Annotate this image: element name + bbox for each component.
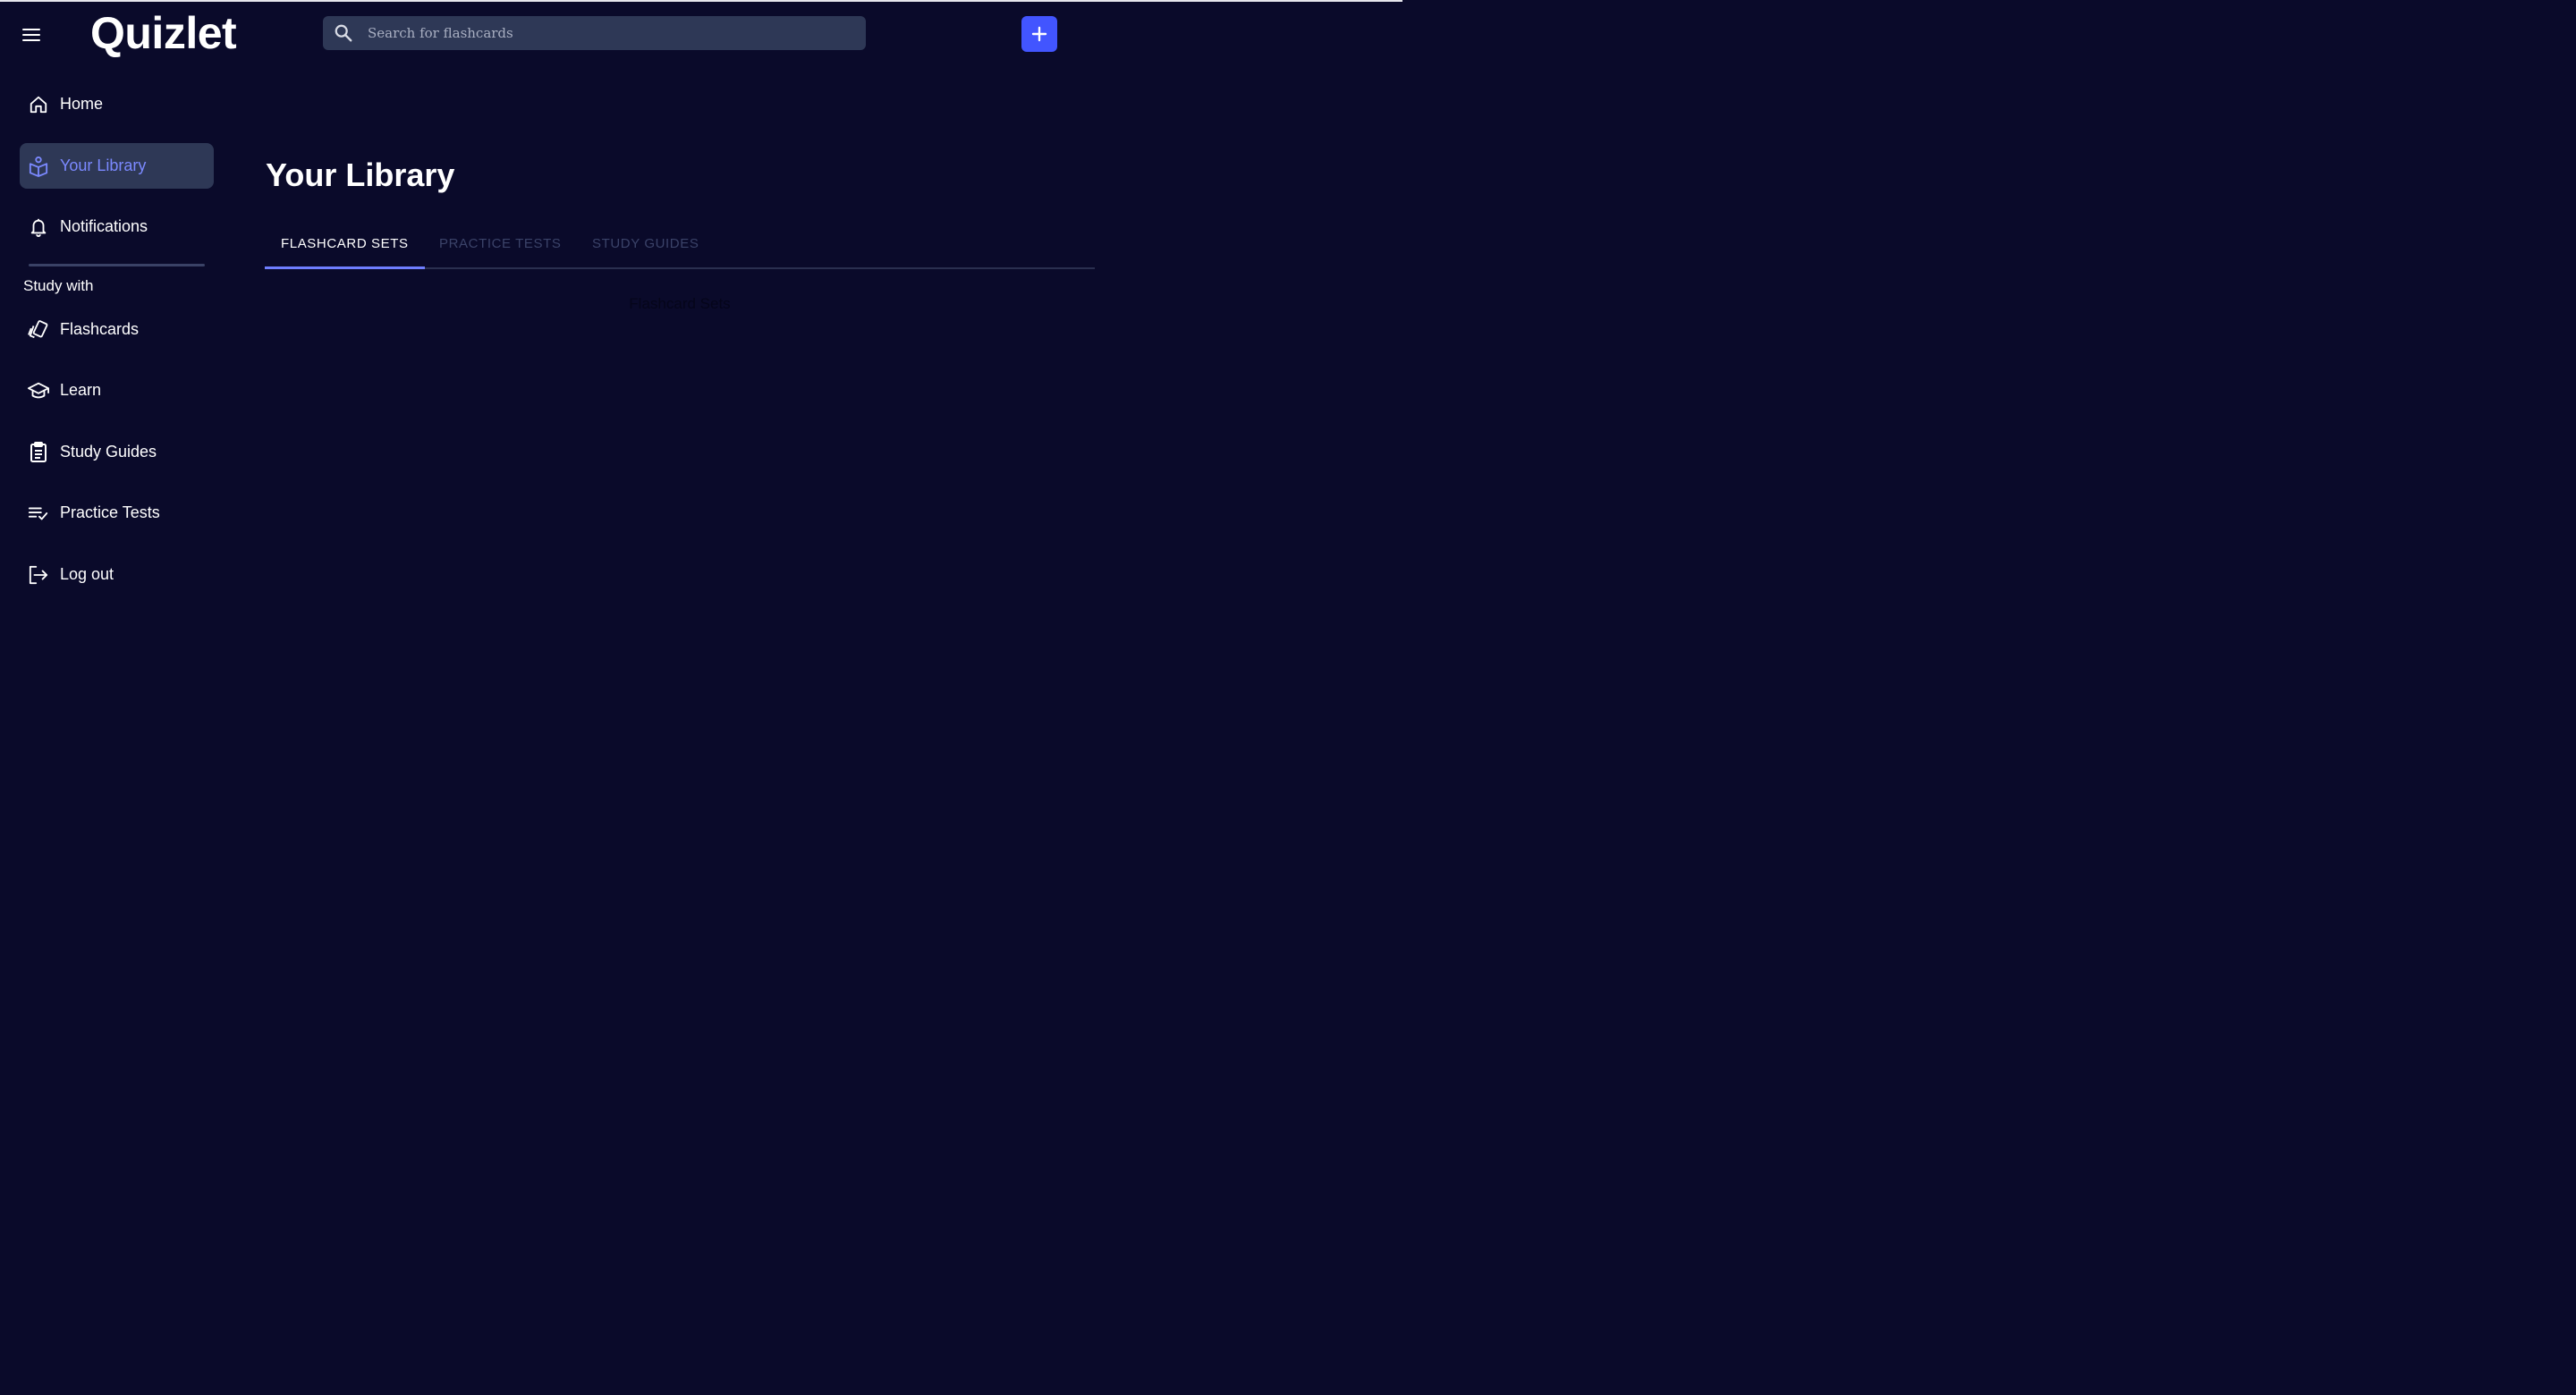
- search-icon: [335, 24, 352, 42]
- sidebar-item-label: Home: [60, 95, 104, 113]
- sidebar-divider: [29, 264, 205, 266]
- home-icon: [30, 96, 47, 113]
- study-with-label: Study with: [23, 277, 94, 294]
- sidebar-item-flashcards[interactable]: Flashcards: [20, 307, 214, 352]
- logo[interactable]: Quizlet: [90, 7, 237, 59]
- menu-button[interactable]: [18, 22, 45, 47]
- bell-icon: [30, 218, 47, 237]
- logout-icon: [29, 565, 48, 584]
- clipboard-icon: [30, 441, 47, 462]
- library-tabs: FLASHCARD SETS PRACTICE TESTS STUDY GUID…: [265, 226, 1095, 269]
- sidebar-item-home[interactable]: Home: [20, 81, 214, 127]
- sidebar-item-label: Flashcards: [60, 320, 140, 338]
- menu-icon: [22, 29, 40, 30]
- sidebar-item-label: Practice Tests: [60, 503, 160, 521]
- sidebar-item-learn[interactable]: Learn: [20, 368, 214, 413]
- checklist-icon: [28, 507, 48, 520]
- sidebar-item-log-out[interactable]: Log out: [20, 552, 214, 597]
- sidebar-item-label: Log out: [60, 565, 114, 583]
- create-button[interactable]: [1021, 16, 1057, 52]
- page-title: Your Library: [266, 156, 455, 193]
- graduation-cap-icon: [28, 382, 49, 398]
- app-root: Quizlet Home Your Library: [0, 0, 1402, 759]
- sidebar-item-practice-tests[interactable]: Practice Tests: [20, 490, 214, 536]
- tab-panel-content: Flashcard Sets: [629, 295, 731, 312]
- sidebar-item-label: Notifications: [60, 217, 148, 235]
- flashcards-icon: [28, 319, 48, 338]
- search-input[interactable]: [368, 16, 851, 50]
- sidebar-item-notifications[interactable]: Notifications: [20, 204, 214, 249]
- sidebar-item-your-library[interactable]: Your Library: [20, 143, 214, 189]
- tab-practice-tests[interactable]: PRACTICE TESTS: [423, 226, 577, 267]
- search-bar[interactable]: [323, 16, 866, 50]
- plus-icon: [1031, 26, 1047, 42]
- sidebar-item-study-guides[interactable]: Study Guides: [20, 429, 214, 475]
- sidebar-item-label: Study Guides: [60, 443, 157, 461]
- sidebar-item-label: Your Library: [60, 156, 147, 174]
- tab-study-guides[interactable]: STUDY GUIDES: [576, 226, 715, 267]
- sidebar-item-label: Learn: [60, 381, 102, 399]
- library-icon: [29, 156, 48, 177]
- tab-flashcard-sets[interactable]: FLASHCARD SETS: [265, 226, 425, 269]
